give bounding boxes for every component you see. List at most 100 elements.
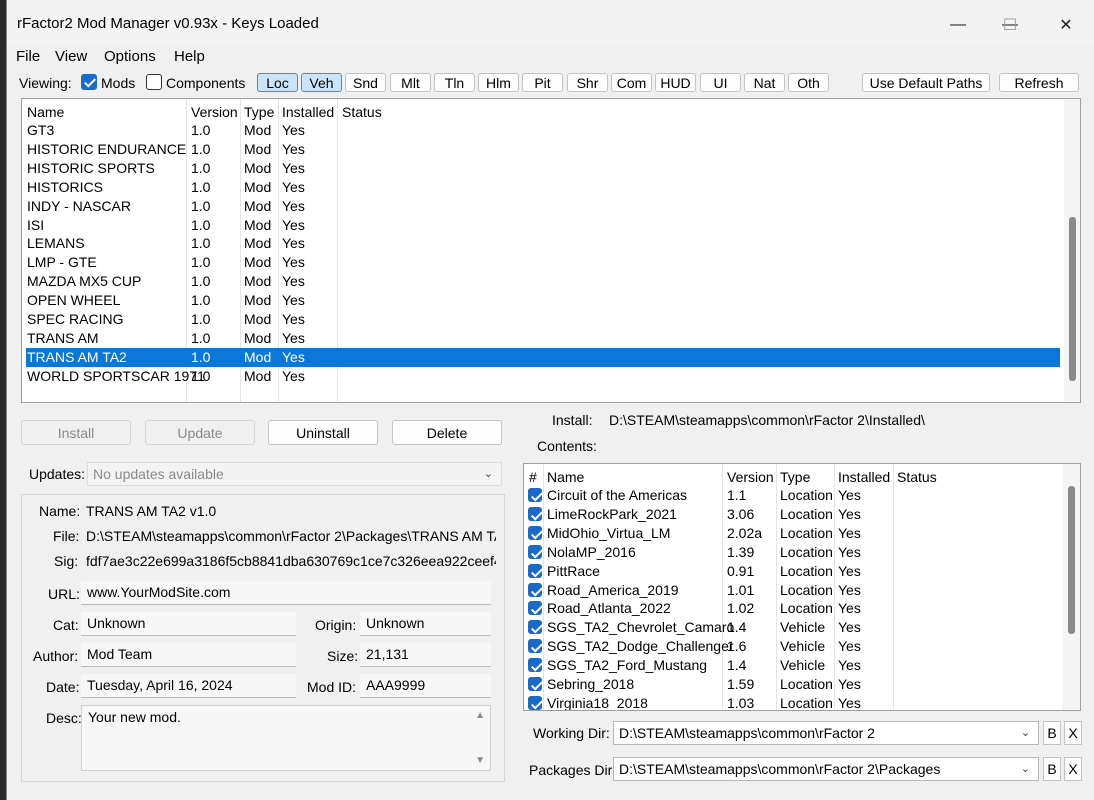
table-row[interactable]: TRANS AM TA2 1.0 Mod Yes: [26, 347, 1060, 367]
col-name[interactable]: Name: [27, 104, 64, 120]
table-row[interactable]: SPEC RACING 1.0 Mod Yes: [26, 310, 1060, 329]
date-field[interactable]: Tuesday, April 16, 2024: [81, 674, 296, 698]
menu-file[interactable]: File: [16, 48, 40, 65]
packages-dir-browse-button[interactable]: B: [1043, 757, 1061, 781]
row-checkbox[interactable]: [528, 563, 542, 578]
row-checkbox[interactable]: [528, 488, 542, 502]
col-type[interactable]: Type: [780, 469, 810, 485]
filter-nat-button[interactable]: Nat: [744, 73, 785, 92]
row-checkbox[interactable]: [528, 658, 542, 673]
table-row[interactable]: LimeRockPark_2021 3.06 Location Yes: [524, 505, 1062, 524]
packages-dir-clear-button[interactable]: X: [1064, 757, 1082, 781]
filter-shr-button[interactable]: Shr: [567, 73, 608, 92]
filter-hud-button[interactable]: HUD: [655, 73, 696, 92]
working-dir-select[interactable]: D:\STEAM\steamapps\common\rFactor 2 ⌄: [613, 721, 1039, 745]
update-button[interactable]: Update: [145, 420, 255, 445]
table-row[interactable]: LEMANS 1.0 Mod Yes: [26, 234, 1060, 253]
table-row[interactable]: Circuit of the Americas 1.1 Location Yes: [524, 486, 1062, 505]
cat-field[interactable]: Unknown: [81, 612, 296, 636]
filter-ui-button[interactable]: UI: [700, 73, 741, 92]
filter-tln-button[interactable]: Tln: [434, 73, 475, 92]
filter-veh-button[interactable]: Veh: [301, 73, 342, 92]
use-default-paths-button[interactable]: Use Default Paths: [862, 73, 990, 92]
col-status[interactable]: Status: [897, 469, 937, 485]
table-row[interactable]: SGS_TA2_Ford_Mustang 1.4 Vehicle Yes: [524, 656, 1062, 675]
table-row[interactable]: LMP - GTE 1.0 Mod Yes: [26, 253, 1060, 272]
table-row[interactable]: SGS_TA2_Chevrolet_Camaro 1.4 Vehicle Yes: [524, 618, 1062, 637]
contents-scrollbar[interactable]: [1062, 464, 1080, 710]
table-row[interactable]: MidOhio_Virtua_LM 2.02a Location Yes: [524, 524, 1062, 543]
col-version[interactable]: Version: [727, 469, 774, 485]
table-row[interactable]: HISTORIC SPORTS 1.0 Mod Yes: [26, 159, 1060, 178]
author-field[interactable]: Mod Team: [81, 643, 296, 667]
table-row[interactable]: MAZDA MX5 CUP 1.0 Mod Yes: [26, 272, 1060, 291]
contents-scrollbar-thumb[interactable]: [1068, 486, 1075, 634]
row-checkbox[interactable]: [528, 544, 542, 559]
table-row[interactable]: Road_Atlanta_2022 1.02 Location Yes: [524, 599, 1062, 618]
desc-textarea[interactable]: Your new mod. ▲ ▼: [81, 705, 491, 771]
menu-help[interactable]: Help: [174, 48, 205, 65]
filter-loc-button[interactable]: Loc: [257, 73, 298, 92]
scroll-up-icon[interactable]: ▲: [475, 710, 485, 721]
mod-id-field[interactable]: AAA9999: [360, 674, 491, 698]
filter-pit-button[interactable]: Pit: [522, 73, 563, 92]
col-type[interactable]: Type: [244, 104, 274, 120]
menu-view[interactable]: View: [55, 48, 87, 65]
col-installed[interactable]: Installed: [838, 469, 890, 485]
refresh-button[interactable]: Refresh: [999, 73, 1079, 92]
table-row[interactable]: GT3 1.0 Mod Yes: [26, 121, 1060, 140]
row-checkbox[interactable]: [528, 620, 542, 635]
col-version[interactable]: Version: [191, 104, 238, 120]
table-row[interactable]: Virginia18_2018 1.03 Location Yes: [524, 694, 1062, 710]
size-field[interactable]: 21,131: [360, 643, 491, 667]
table-row[interactable]: WORLD SPORTSCAR 1971 1.0 Mod Yes: [26, 367, 1060, 386]
table-row[interactable]: Sebring_2018 1.59 Location Yes: [524, 675, 1062, 694]
row-checkbox[interactable]: [528, 639, 542, 654]
updates-select[interactable]: No updates available ⌄: [87, 462, 502, 486]
working-dir-browse-button[interactable]: B: [1043, 721, 1061, 745]
table-row[interactable]: SGS_TA2_Dodge_Challenger 1.6 Vehicle Yes: [524, 637, 1062, 656]
table-row[interactable]: NolaMP_2016 1.39 Location Yes: [524, 543, 1062, 562]
row-checkbox[interactable]: [528, 506, 542, 521]
table-row[interactable]: HISTORIC ENDURANCE 1.0 Mod Yes: [26, 140, 1060, 159]
uninstall-button[interactable]: Uninstall: [268, 420, 378, 445]
row-checkbox[interactable]: [528, 582, 542, 597]
mods-checkbox[interactable]: [81, 74, 97, 90]
delete-button[interactable]: Delete: [392, 420, 502, 445]
install-button[interactable]: Install: [21, 420, 131, 445]
table-row[interactable]: TRANS AM 1.0 Mod Yes: [26, 329, 1060, 348]
maximize-icon[interactable]: ☐: [987, 10, 1033, 40]
table-row[interactable]: HISTORICS 1.0 Mod Yes: [26, 178, 1060, 197]
working-dir-clear-button[interactable]: X: [1064, 721, 1082, 745]
mods-scrollbar[interactable]: [1064, 99, 1080, 402]
origin-field[interactable]: Unknown: [360, 612, 491, 636]
col-status[interactable]: Status: [342, 104, 382, 120]
table-row[interactable]: OPEN WHEEL 1.0 Mod Yes: [26, 291, 1060, 310]
row-checkbox[interactable]: [528, 601, 542, 616]
scroll-down-icon[interactable]: ▼: [475, 755, 485, 766]
table-row[interactable]: Road_America_2019 1.01 Location Yes: [524, 581, 1062, 600]
table-row[interactable]: ISI 1.0 Mod Yes: [26, 216, 1060, 235]
mods-table[interactable]: Name Version Type Installed Status GT3 1.…: [21, 98, 1081, 403]
close-icon[interactable]: ✕: [1043, 10, 1089, 40]
filter-com-button[interactable]: Com: [611, 73, 652, 92]
packages-dir-select[interactable]: D:\STEAM\steamapps\common\rFactor 2\Pack…: [613, 757, 1039, 781]
row-checkbox[interactable]: [528, 525, 542, 540]
filter-oth-button[interactable]: Oth: [788, 73, 829, 92]
contents-table[interactable]: # Name Version Type Installed Status Cir…: [523, 463, 1081, 711]
col-name[interactable]: Name: [547, 469, 584, 485]
row-checkbox[interactable]: [528, 677, 542, 691]
components-checkbox[interactable]: [146, 74, 162, 90]
mods-scrollbar-thumb[interactable]: [1069, 217, 1076, 381]
table-row[interactable]: INDY - NASCAR 1.0 Mod Yes: [26, 197, 1060, 216]
col-installed[interactable]: Installed: [282, 104, 334, 120]
url-field[interactable]: www.YourModSite.com: [81, 581, 491, 605]
col-index[interactable]: #: [529, 469, 537, 485]
minimize-icon[interactable]: —: [935, 10, 981, 40]
filter-mlt-button[interactable]: Mlt: [390, 73, 431, 92]
table-row[interactable]: PittRace 0.91 Location Yes: [524, 562, 1062, 581]
filter-snd-button[interactable]: Snd: [345, 73, 386, 92]
filter-hlm-button[interactable]: Hlm: [478, 73, 519, 92]
menu-options[interactable]: Options: [104, 48, 156, 65]
row-checkbox[interactable]: [528, 695, 542, 710]
